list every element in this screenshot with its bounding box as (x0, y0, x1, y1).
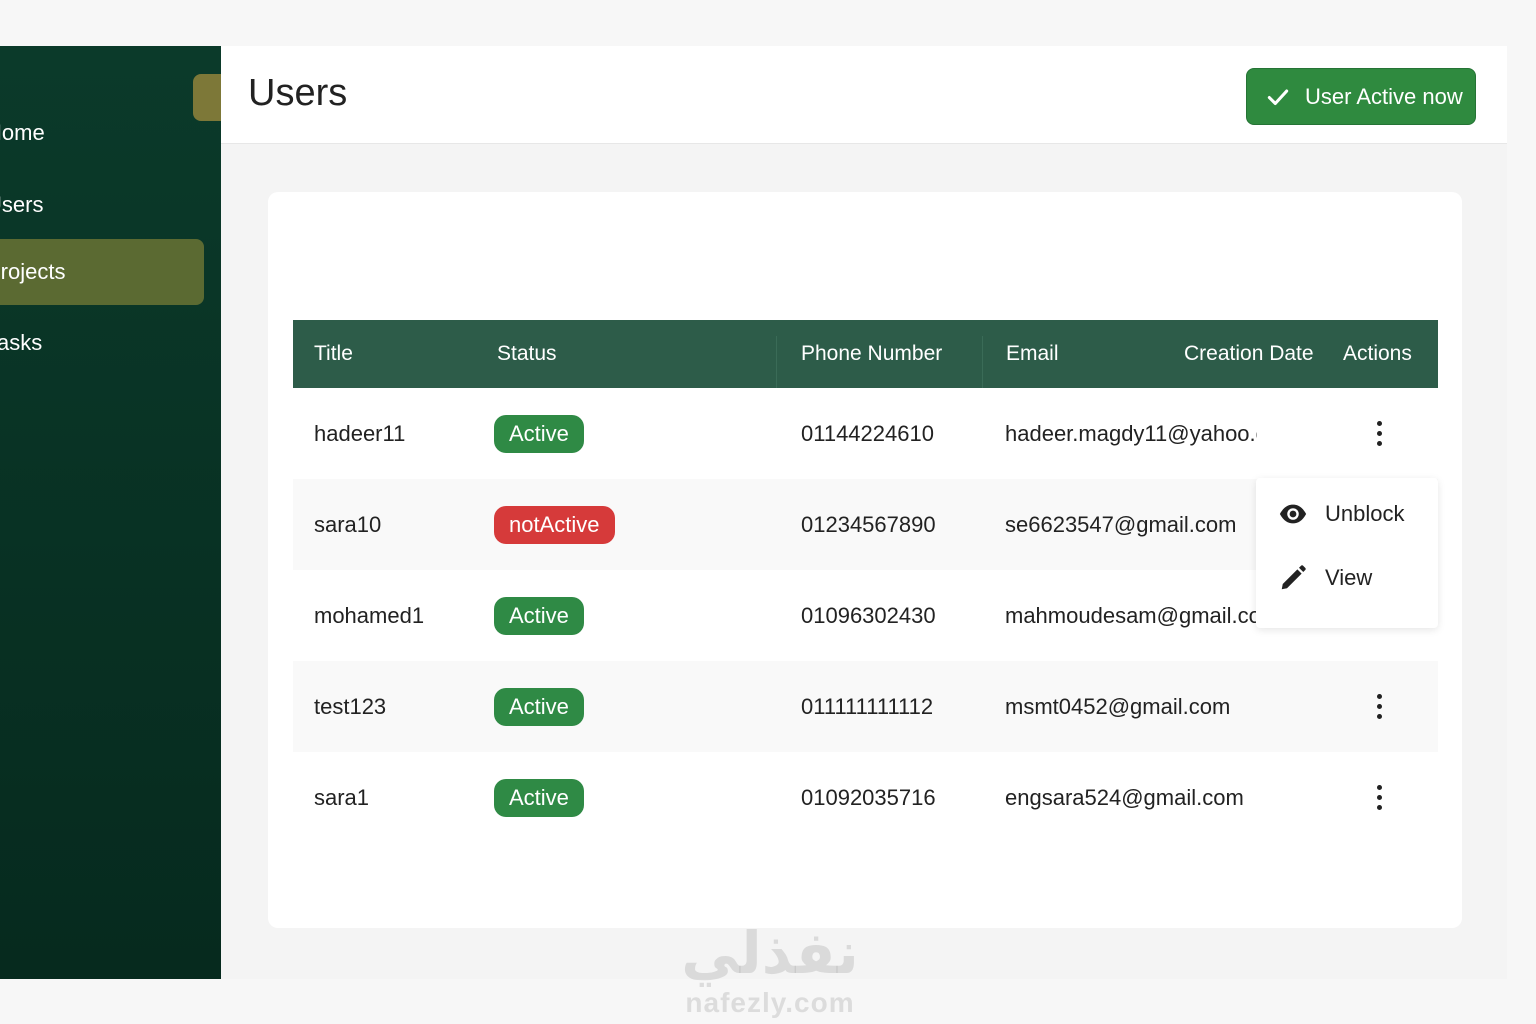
watermark-arabic: نفذلي (681, 919, 859, 987)
status-badge: Active (494, 778, 584, 817)
status-badge: Active (494, 596, 584, 635)
column-header-phone: Phone Number (801, 342, 943, 365)
page-header: Users User Active now (221, 46, 1507, 144)
cell-title: sara10 (314, 511, 382, 537)
column-header-title: Title (314, 342, 353, 365)
sidebar-item-projects[interactable]: Projects (0, 239, 204, 305)
row-actions-menu-icon[interactable] (1367, 778, 1391, 818)
table-header: Title Status Phone Number Email Creation… (293, 320, 1438, 388)
sidebar-item-label: Projects (0, 259, 66, 284)
table-row: hadeer11 Active 01144224610 hadeer.magdy… (293, 388, 1438, 479)
user-active-button[interactable]: User Active now (1246, 68, 1476, 125)
sidebar-item-tasks[interactable]: Tasks (0, 310, 204, 376)
sidebar-item-users[interactable]: Users (0, 172, 204, 238)
sidebar-item-home[interactable]: Home (0, 100, 204, 166)
cell-phone: 011111111112 (801, 693, 934, 719)
row-actions-menu-icon[interactable] (1367, 687, 1391, 727)
column-header-actions: Actions (1343, 342, 1412, 365)
sidebar: Home Users Projects Tasks (0, 46, 221, 979)
watermark: نفذلي nafezly.com (640, 918, 900, 1018)
sidebar-item-label: Users (0, 192, 44, 217)
column-divider (776, 336, 777, 388)
row-actions-dropdown: Unblock View (1256, 478, 1438, 628)
cell-email: msmt0452@gmail.com (1005, 693, 1231, 719)
page-title: Users (248, 72, 348, 114)
row-actions-menu-icon[interactable] (1367, 414, 1391, 454)
menu-item-view[interactable]: View (1256, 548, 1438, 608)
column-divider (982, 336, 983, 388)
cell-phone: 01144224610 (801, 420, 934, 446)
status-badge: Active (494, 414, 584, 453)
column-header-creation-date: Creation Date (1184, 342, 1314, 365)
user-active-button-label: User Active now (1305, 83, 1463, 109)
menu-item-label: View (1325, 565, 1373, 590)
cell-email: mahmoudesam@gmail.com (1005, 602, 1257, 628)
pencil-icon (1281, 565, 1306, 590)
status-badge: notActive (494, 505, 615, 544)
table-row: test123 Active 011111111112 msmt0452@gma… (293, 661, 1438, 752)
cell-phone: 01092035716 (801, 784, 936, 810)
column-header-status: Status (497, 342, 557, 365)
eye-icon (1279, 504, 1307, 524)
cell-email: hadeer.magdy11@yahoo.com (1005, 420, 1257, 446)
menu-item-label: Unblock (1325, 501, 1405, 526)
cell-phone: 01096302430 (801, 602, 936, 628)
cell-title: test123 (314, 693, 387, 719)
check-icon (1267, 89, 1289, 105)
cell-email: se6623547@gmail.com (1005, 511, 1237, 537)
cell-title: sara1 (314, 784, 370, 810)
watermark-latin: nafezly.com (685, 987, 855, 1018)
column-header-email: Email (1006, 342, 1059, 365)
cell-title: mohamed1 (314, 602, 425, 628)
status-badge: Active (494, 687, 584, 726)
table-row: sara1 Active 01092035716 engsara524@gmai… (293, 752, 1438, 843)
cell-email: engsara524@gmail.com (1005, 784, 1244, 810)
cell-phone: 01234567890 (801, 511, 936, 537)
sidebar-item-label: Home (0, 120, 45, 145)
menu-item-unblock[interactable]: Unblock (1256, 484, 1438, 544)
sidebar-item-label: Tasks (0, 330, 43, 355)
cell-title: hadeer11 (314, 420, 406, 446)
